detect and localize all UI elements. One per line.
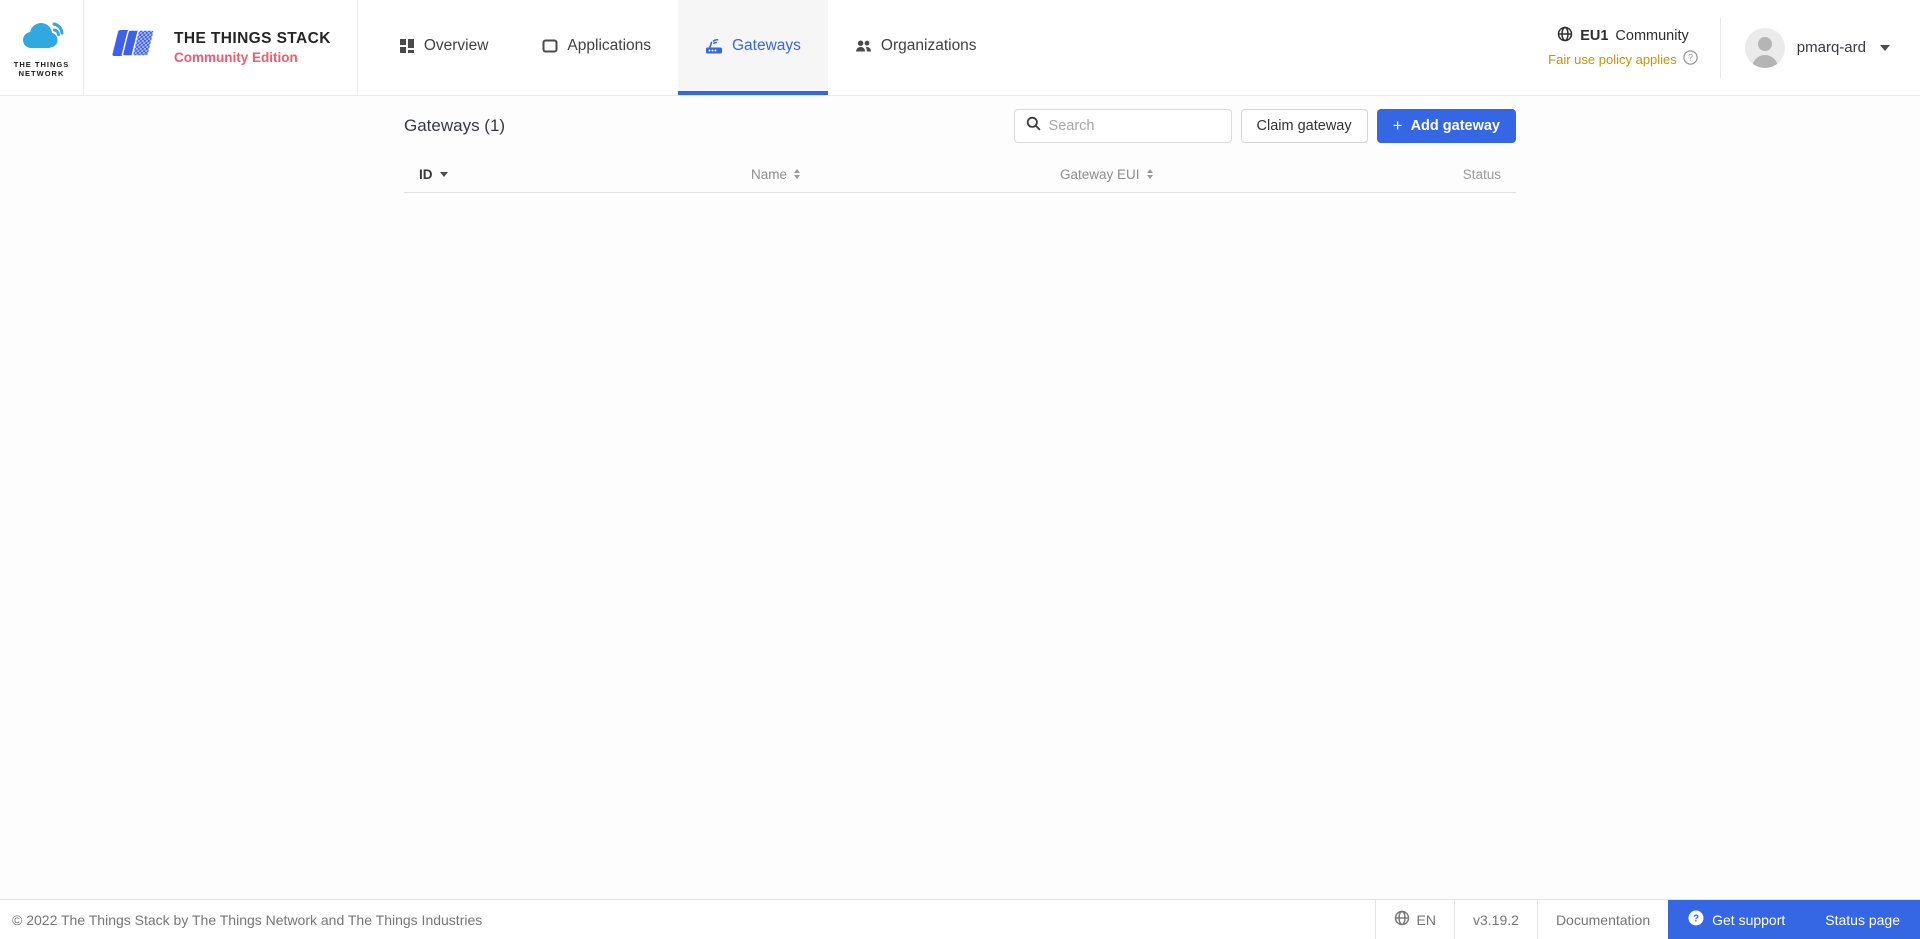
- svg-text:?: ?: [1688, 52, 1693, 62]
- fair-use-row: Fair use policy applies ?: [1548, 49, 1698, 70]
- tab-label: Organizations: [880, 36, 977, 54]
- cluster-info: EU1 Community Fair use policy applies ?: [1548, 0, 1698, 95]
- search-box[interactable]: [1013, 109, 1232, 143]
- footer-support-area: ? Get support Status page: [1668, 900, 1920, 939]
- avatar: [1744, 27, 1785, 68]
- page-title: Gateways (1): [404, 116, 506, 135]
- claim-gateway-button[interactable]: Claim gateway: [1240, 109, 1368, 143]
- top-header: THE THINGS NETWORK THE THINGS STACK Comm…: [0, 0, 1920, 96]
- overview-grid-icon: [399, 38, 415, 54]
- question-circle-icon: ?: [1688, 910, 1704, 929]
- sort-desc-icon: [439, 171, 448, 177]
- gateway-router-icon: [705, 38, 723, 54]
- column-header-id[interactable]: ID: [419, 167, 751, 182]
- globe-icon: [1557, 26, 1573, 46]
- tts-logo[interactable]: THE THINGS STACK Community Edition: [84, 0, 358, 95]
- user-menu[interactable]: pmarq-ard: [1721, 0, 1920, 95]
- tab-label: Overview: [423, 36, 489, 54]
- documentation-link[interactable]: Documentation: [1536, 900, 1668, 939]
- username: pmarq-ard: [1796, 39, 1866, 56]
- tab-label: Applications: [567, 36, 651, 54]
- tab-applications[interactable]: Applications: [515, 0, 678, 95]
- ttn-logo-text: THE THINGS NETWORK: [13, 59, 70, 78]
- footer: © 2022 The Things Stack by The Things Ne…: [0, 899, 1920, 939]
- column-header-gateway-eui[interactable]: Gateway EUI: [1060, 167, 1463, 182]
- column-header-name[interactable]: Name: [751, 167, 1060, 182]
- main-content: Gateways (1) Claim gateway + Add gateway: [0, 96, 1920, 899]
- copyright-text: © 2022 The Things Stack by The Things Ne…: [12, 911, 483, 928]
- actions-toolbar: Claim gateway + Add gateway: [1013, 109, 1516, 143]
- sort-both-icon: [1146, 168, 1153, 180]
- tts-logo-text: THE THINGS STACK Community Edition: [174, 30, 331, 65]
- status-page-link[interactable]: Status page: [1805, 900, 1920, 939]
- ttn-cloud-icon: [18, 17, 66, 58]
- cluster-network: Community: [1615, 27, 1689, 44]
- tab-gateways[interactable]: Gateways: [678, 0, 828, 95]
- header-spacer: [1004, 0, 1549, 95]
- get-support-link[interactable]: ? Get support: [1668, 900, 1805, 939]
- page-header-row: Gateways (1) Claim gateway + Add gateway: [404, 96, 1516, 143]
- cluster-name: EU1 Community: [1557, 26, 1689, 46]
- svg-text:?: ?: [1693, 914, 1699, 925]
- language-selector[interactable]: EN: [1374, 900, 1454, 939]
- question-circle-icon[interactable]: ?: [1683, 49, 1698, 70]
- globe-icon: [1394, 910, 1410, 929]
- chevron-down-icon: [1880, 44, 1890, 51]
- main-nav: Overview Applications Gateways Organizat…: [372, 0, 1004, 95]
- tts-stack-icon: [106, 24, 162, 71]
- search-icon: [1026, 116, 1041, 136]
- search-input[interactable]: [1048, 118, 1220, 134]
- language-label: EN: [1416, 911, 1436, 928]
- sort-both-icon: [794, 168, 801, 180]
- gateways-table-header: ID Name Gateway EUI Status: [404, 156, 1516, 193]
- add-gateway-button[interactable]: + Add gateway: [1376, 109, 1516, 143]
- application-window-icon: [542, 38, 558, 54]
- ttn-logo[interactable]: THE THINGS NETWORK: [0, 0, 84, 95]
- column-header-status: Status: [1462, 166, 1501, 182]
- plus-icon: +: [1392, 116, 1403, 135]
- footer-spacer: [482, 900, 1374, 939]
- tab-label: Gateways: [732, 36, 801, 54]
- version-label: v3.19.2: [1454, 900, 1537, 939]
- tab-overview[interactable]: Overview: [372, 0, 516, 95]
- organizations-people-icon: [855, 38, 872, 54]
- tab-organizations[interactable]: Organizations: [828, 0, 1004, 95]
- fair-use-text[interactable]: Fair use policy applies: [1548, 52, 1677, 67]
- cluster-region: EU1: [1580, 27, 1609, 44]
